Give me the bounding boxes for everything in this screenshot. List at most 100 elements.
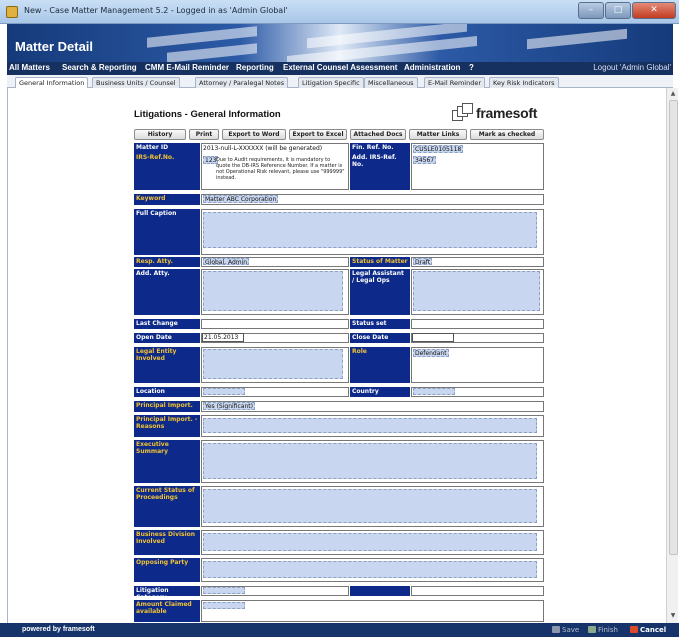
full-caption-label: Full Caption	[134, 209, 200, 255]
save-icon	[552, 626, 560, 633]
menu-external-counsel[interactable]: External Counsel Assessment	[283, 63, 397, 72]
window-titlebar: New - Case Matter Management 5.2 - Logge…	[0, 0, 679, 24]
litigation-extra-cell	[411, 586, 544, 596]
cancel-label: Cancel	[640, 626, 667, 634]
legal-entity-list[interactable]	[203, 349, 343, 379]
tab-attorney-notes[interactable]: Attorney / Paralegal Notes	[195, 77, 289, 88]
status-label: Status of Matter	[350, 257, 410, 267]
business-division-textarea[interactable]	[203, 533, 537, 551]
scroll-down-icon[interactable]: ▼	[669, 612, 677, 620]
action-toolbar: History Print Export to Word Export to E…	[134, 129, 544, 140]
checkmark-icon	[588, 626, 596, 633]
mark-checked-button[interactable]: Mark as checked	[470, 129, 544, 140]
menu-reporting[interactable]: Reporting	[236, 63, 274, 72]
business-division-label: Business Division Involved	[134, 530, 200, 555]
opposing-party-textarea[interactable]	[203, 561, 537, 578]
matter-links-button[interactable]: Matter Links	[409, 129, 467, 140]
tab-email-reminder[interactable]: E-Mail Reminder	[424, 77, 485, 88]
export-word-button[interactable]: Export to Word	[222, 129, 286, 140]
close-date-label: Close Date	[350, 333, 410, 343]
powered-by-text: powered by framesoft	[22, 626, 95, 633]
resp-atty-input[interactable]: Global, Admin	[203, 258, 250, 266]
litigation-category-select[interactable]	[203, 587, 245, 594]
close-date-input[interactable]	[412, 333, 454, 342]
legal-entity-label: Legal Entity Involved	[134, 347, 200, 383]
finish-label: Finish	[598, 626, 618, 634]
app-icon	[6, 6, 18, 18]
role-select[interactable]: Defendant	[413, 349, 449, 357]
add-irs-ref-label: Add. IRS-Ref. No.	[352, 154, 397, 168]
litigation-category-label: Litigation Category	[134, 586, 200, 601]
litigation-extra-label	[350, 586, 410, 596]
principal-import-select[interactable]: Yes (Significant)	[203, 402, 255, 410]
cancel-button[interactable]: Cancel	[630, 626, 666, 634]
header-banner: Matter Detail	[7, 24, 673, 62]
history-button[interactable]: History	[134, 129, 186, 140]
open-date-input[interactable]: 21.05.2013	[202, 333, 244, 342]
irs-ref-label: IRS-Ref.No.	[136, 154, 175, 161]
status-select[interactable]: Draft	[413, 258, 433, 266]
status-set-cell	[411, 319, 544, 329]
status-set-label: Status set	[350, 319, 410, 329]
fin-ref-input[interactable]: CUSLE0105118	[413, 145, 464, 153]
fin-ref-label: Fin. Ref. No. Add. IRS-Ref. No.	[350, 143, 410, 190]
finish-button[interactable]: Finish	[588, 626, 618, 634]
logout-link[interactable]: Logout 'Admin Global'	[593, 63, 671, 72]
open-date-label: Open Date	[134, 333, 200, 343]
location-select[interactable]	[203, 388, 245, 395]
logo-text: framesoft	[476, 105, 538, 121]
maximize-button[interactable]: □	[605, 2, 631, 19]
role-label: Role	[350, 347, 410, 383]
minimize-button[interactable]: –	[578, 2, 604, 19]
country-select[interactable]	[413, 388, 455, 395]
matter-id-label: Matter ID IRS-Ref.No.	[134, 143, 200, 190]
footer-bar: powered by framesoft Save Finish Cancel	[0, 623, 679, 637]
full-caption-textarea[interactable]	[203, 212, 537, 248]
window-title: New - Case Matter Management 5.2 - Logge…	[24, 6, 288, 15]
attached-docs-button[interactable]: Attached Docs	[350, 129, 406, 140]
legal-assistant-label: Legal Assistant / Legal Ops	[350, 269, 410, 315]
tab-strip: General Information Business Units / Cou…	[7, 75, 673, 89]
last-change-cell	[201, 319, 349, 329]
add-atty-list[interactable]	[203, 271, 343, 311]
page-heading: Matter Detail	[15, 39, 94, 54]
menu-email-reminder[interactable]: CMM E-Mail Reminder	[145, 63, 229, 72]
menu-help[interactable]: ?	[469, 63, 474, 72]
executive-summary-label: Executive Summary	[134, 440, 200, 483]
amount-claimed-select[interactable]	[203, 602, 245, 609]
close-window-button[interactable]: ✕	[632, 2, 676, 19]
principal-reasons-label: Principal Import. - Reasons	[134, 415, 200, 437]
save-button[interactable]: Save	[552, 626, 579, 634]
print-button[interactable]: Print	[189, 129, 219, 140]
menu-search-reporting[interactable]: Search & Reporting	[62, 63, 137, 72]
menu-all-matters[interactable]: All Matters	[9, 63, 50, 72]
current-status-textarea[interactable]	[203, 489, 537, 523]
amount-claimed-cell	[201, 600, 544, 622]
tab-miscellaneous[interactable]: Miscellaneous	[364, 77, 418, 88]
keyword-input[interactable]: Matter ABC Corporation	[203, 195, 279, 203]
executive-summary-textarea[interactable]	[203, 443, 537, 479]
framesoft-logo: framesoft	[452, 103, 544, 123]
vertical-scrollbar[interactable]: ▲ ▼	[666, 88, 678, 623]
country-label: Country	[350, 387, 410, 397]
tab-business-units[interactable]: Business Units / Counsel	[92, 77, 180, 88]
legal-assistant-list[interactable]	[413, 271, 540, 311]
tab-litigation-specific[interactable]: Litigation Specific	[298, 77, 364, 88]
menu-administration[interactable]: Administration	[404, 63, 460, 72]
logo-mark-icon	[452, 103, 474, 123]
tab-key-risk-indicators[interactable]: Key Risk Indicators	[489, 77, 559, 88]
keyword-label: Keyword	[134, 194, 200, 205]
add-atty-label: Add. Atty.	[134, 269, 200, 315]
opposing-party-label: Opposing Party	[134, 558, 200, 582]
principal-import-label: Principal Import.	[134, 401, 200, 412]
add-irs-ref-input[interactable]: 34567	[413, 156, 437, 164]
export-excel-button[interactable]: Export to Excel	[289, 129, 347, 140]
scroll-thumb[interactable]	[669, 100, 678, 555]
cancel-icon	[630, 626, 638, 633]
main-menu: All Matters Search & Reporting CMM E-Mai…	[7, 62, 673, 75]
scroll-up-icon[interactable]: ▲	[669, 90, 677, 98]
principal-reasons-textarea[interactable]	[203, 418, 537, 433]
resp-atty-label: Resp. Atty.	[134, 257, 200, 267]
last-change-label: Last Change	[134, 319, 200, 329]
location-label: Location	[134, 387, 200, 397]
